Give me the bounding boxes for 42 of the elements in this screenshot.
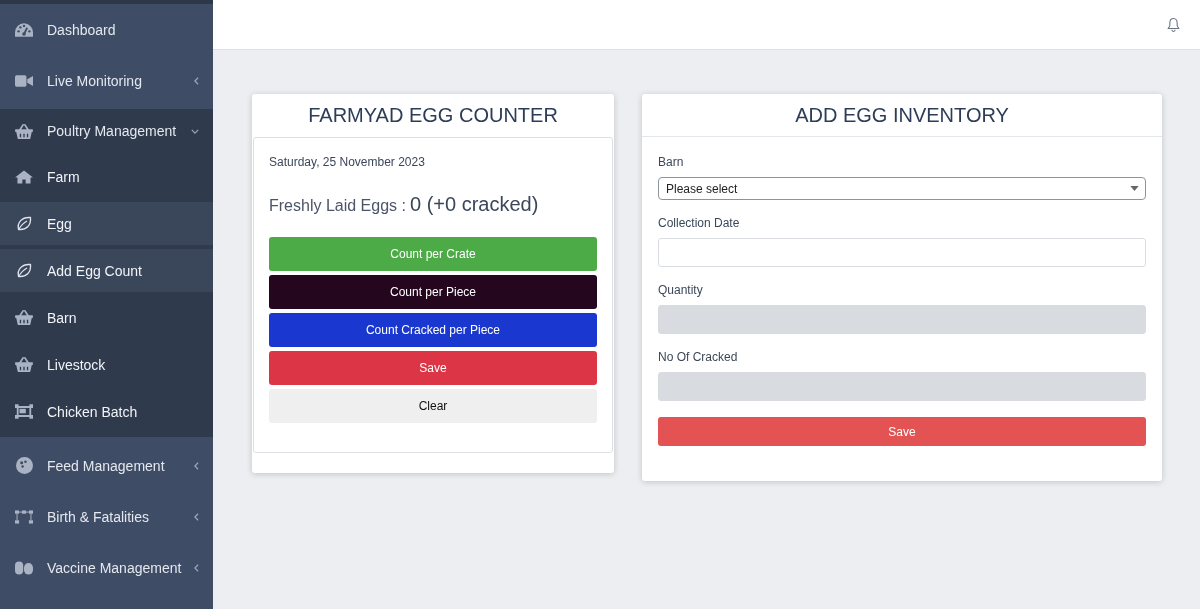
field-label: Quantity — [658, 283, 704, 297]
action-button[interactable]: Save — [269, 351, 597, 385]
network-icon — [15, 509, 33, 524]
select-field[interactable]: Please select — [658, 177, 1146, 200]
nav-item[interactable]: Birth & Fatalities — [0, 491, 213, 542]
caret-icon — [1130, 186, 1139, 191]
bell-icon[interactable] — [1167, 17, 1180, 32]
action-button[interactable]: Count Cracked per Piece — [269, 313, 597, 347]
leaf-icon — [15, 262, 33, 279]
field-label: Collection Date — [658, 216, 741, 230]
nav-item[interactable]: Poultry Management — [0, 109, 213, 153]
nav-item[interactable]: Add Egg Count — [0, 249, 213, 292]
video-camera-icon — [15, 74, 33, 87]
basket-icon — [15, 357, 33, 372]
capsules-icon — [15, 560, 33, 575]
ball-icon — [15, 457, 33, 474]
nav-item[interactable]: Live Monitoring — [0, 55, 213, 106]
card-title: FARMYAD EGG COUNTER — [308, 104, 558, 127]
eggs-label: Freshly Laid Eggs : — [269, 197, 406, 214]
action-button[interactable]: Count per Piece — [269, 275, 597, 309]
nav-item[interactable]: Barn — [0, 296, 213, 339]
input-field[interactable] — [658, 238, 1146, 267]
house-icon — [15, 169, 33, 184]
field-label: Barn — [658, 155, 685, 169]
action-button[interactable]: Clear — [269, 389, 597, 423]
basket-icon — [15, 310, 33, 325]
gauge-icon — [15, 22, 33, 37]
nav-item[interactable]: Livestock — [0, 343, 213, 386]
nav-item[interactable]: Farm — [0, 155, 213, 198]
eggs-count: 0 (+0 cracked) — [409, 193, 539, 215]
leaf-icon — [15, 215, 33, 232]
nav-item[interactable]: Egg — [0, 202, 213, 245]
nav-item[interactable]: Chicken Batch — [0, 390, 213, 433]
nav-item[interactable]: Feed Management — [0, 440, 213, 491]
basket-icon — [15, 123, 33, 139]
card-title: ADD EGG INVENTORY — [795, 103, 1009, 127]
frame-icon — [15, 404, 33, 419]
date-text: Saturday, 25 November 2023 — [269, 155, 426, 169]
field-label: No Of Cracked — [658, 350, 739, 364]
save-button[interactable]: Save — [658, 417, 1146, 446]
nav-item[interactable]: Dashboard — [0, 4, 213, 55]
nav-item[interactable]: Vaccine Management — [0, 542, 213, 593]
